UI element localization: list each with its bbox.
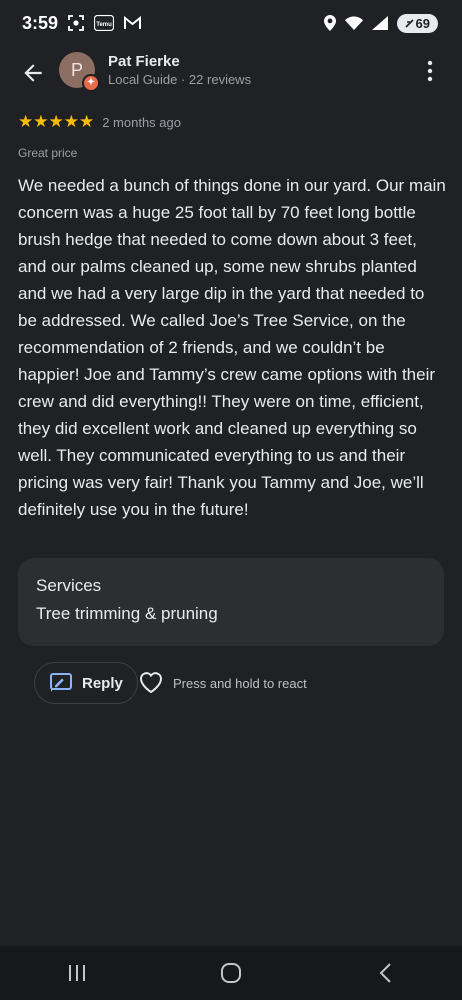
status-bar: 3:59 Temu 69 <box>0 0 462 46</box>
recent-apps-icon <box>69 965 85 981</box>
react-hint: Press and hold to react <box>173 676 307 691</box>
like-button[interactable] <box>138 670 164 696</box>
review-body: We needed a bunch of things done in our … <box>18 176 446 519</box>
status-bar-left: 3:59 Temu <box>22 12 142 34</box>
system-nav-bar <box>0 946 462 1000</box>
review-date: 2 months ago <box>102 114 181 130</box>
reviewer-meta: Local Guide · 22 reviews <box>108 72 252 87</box>
rating-row: ★★★★★ 2 months ago <box>18 113 181 131</box>
home-icon <box>221 963 241 983</box>
battery-indicator: 69 <box>396 13 438 33</box>
temu-icon-label: Temu <box>96 22 112 28</box>
services-card: Services Tree trimming & pruning <box>18 558 444 646</box>
battery-level: 69 <box>415 15 430 31</box>
location-icon <box>323 15 336 31</box>
local-guide-badge-icon: ✦ <box>82 74 100 92</box>
services-value: Tree trimming & pruning <box>36 604 218 623</box>
arrow-back-icon <box>24 64 42 82</box>
screenshot-icon <box>68 15 84 31</box>
home-button[interactable] <box>211 953 251 993</box>
battery-saver-icon <box>404 18 414 28</box>
gmail-icon <box>124 16 142 30</box>
back-nav-button[interactable] <box>365 953 405 993</box>
reply-button[interactable]: Reply <box>34 662 138 704</box>
back-button[interactable] <box>20 60 46 86</box>
more-options-button[interactable] <box>418 58 442 84</box>
status-bar-right: 69 <box>323 13 438 33</box>
status-time: 3:59 <box>22 12 59 33</box>
review-header: P ✦ Pat Fierke Local Guide · 22 reviews <box>0 48 462 98</box>
avatar-initial: P <box>70 59 83 80</box>
reply-label: Reply <box>82 674 123 692</box>
wifi-icon <box>344 16 363 30</box>
reply-icon <box>50 673 72 692</box>
reviewer-name[interactable]: Pat Fierke <box>108 53 180 70</box>
services-title: Services <box>36 576 102 595</box>
temu-icon: Temu <box>94 15 115 31</box>
star-rating: ★★★★★ <box>18 112 95 131</box>
review-tag: Great price <box>18 146 78 160</box>
signal-icon <box>371 16 388 30</box>
more-vert-icon <box>427 60 433 82</box>
recent-apps-button[interactable] <box>57 953 97 993</box>
chevron-left-icon <box>379 963 391 983</box>
heart-outline-icon <box>139 672 163 694</box>
